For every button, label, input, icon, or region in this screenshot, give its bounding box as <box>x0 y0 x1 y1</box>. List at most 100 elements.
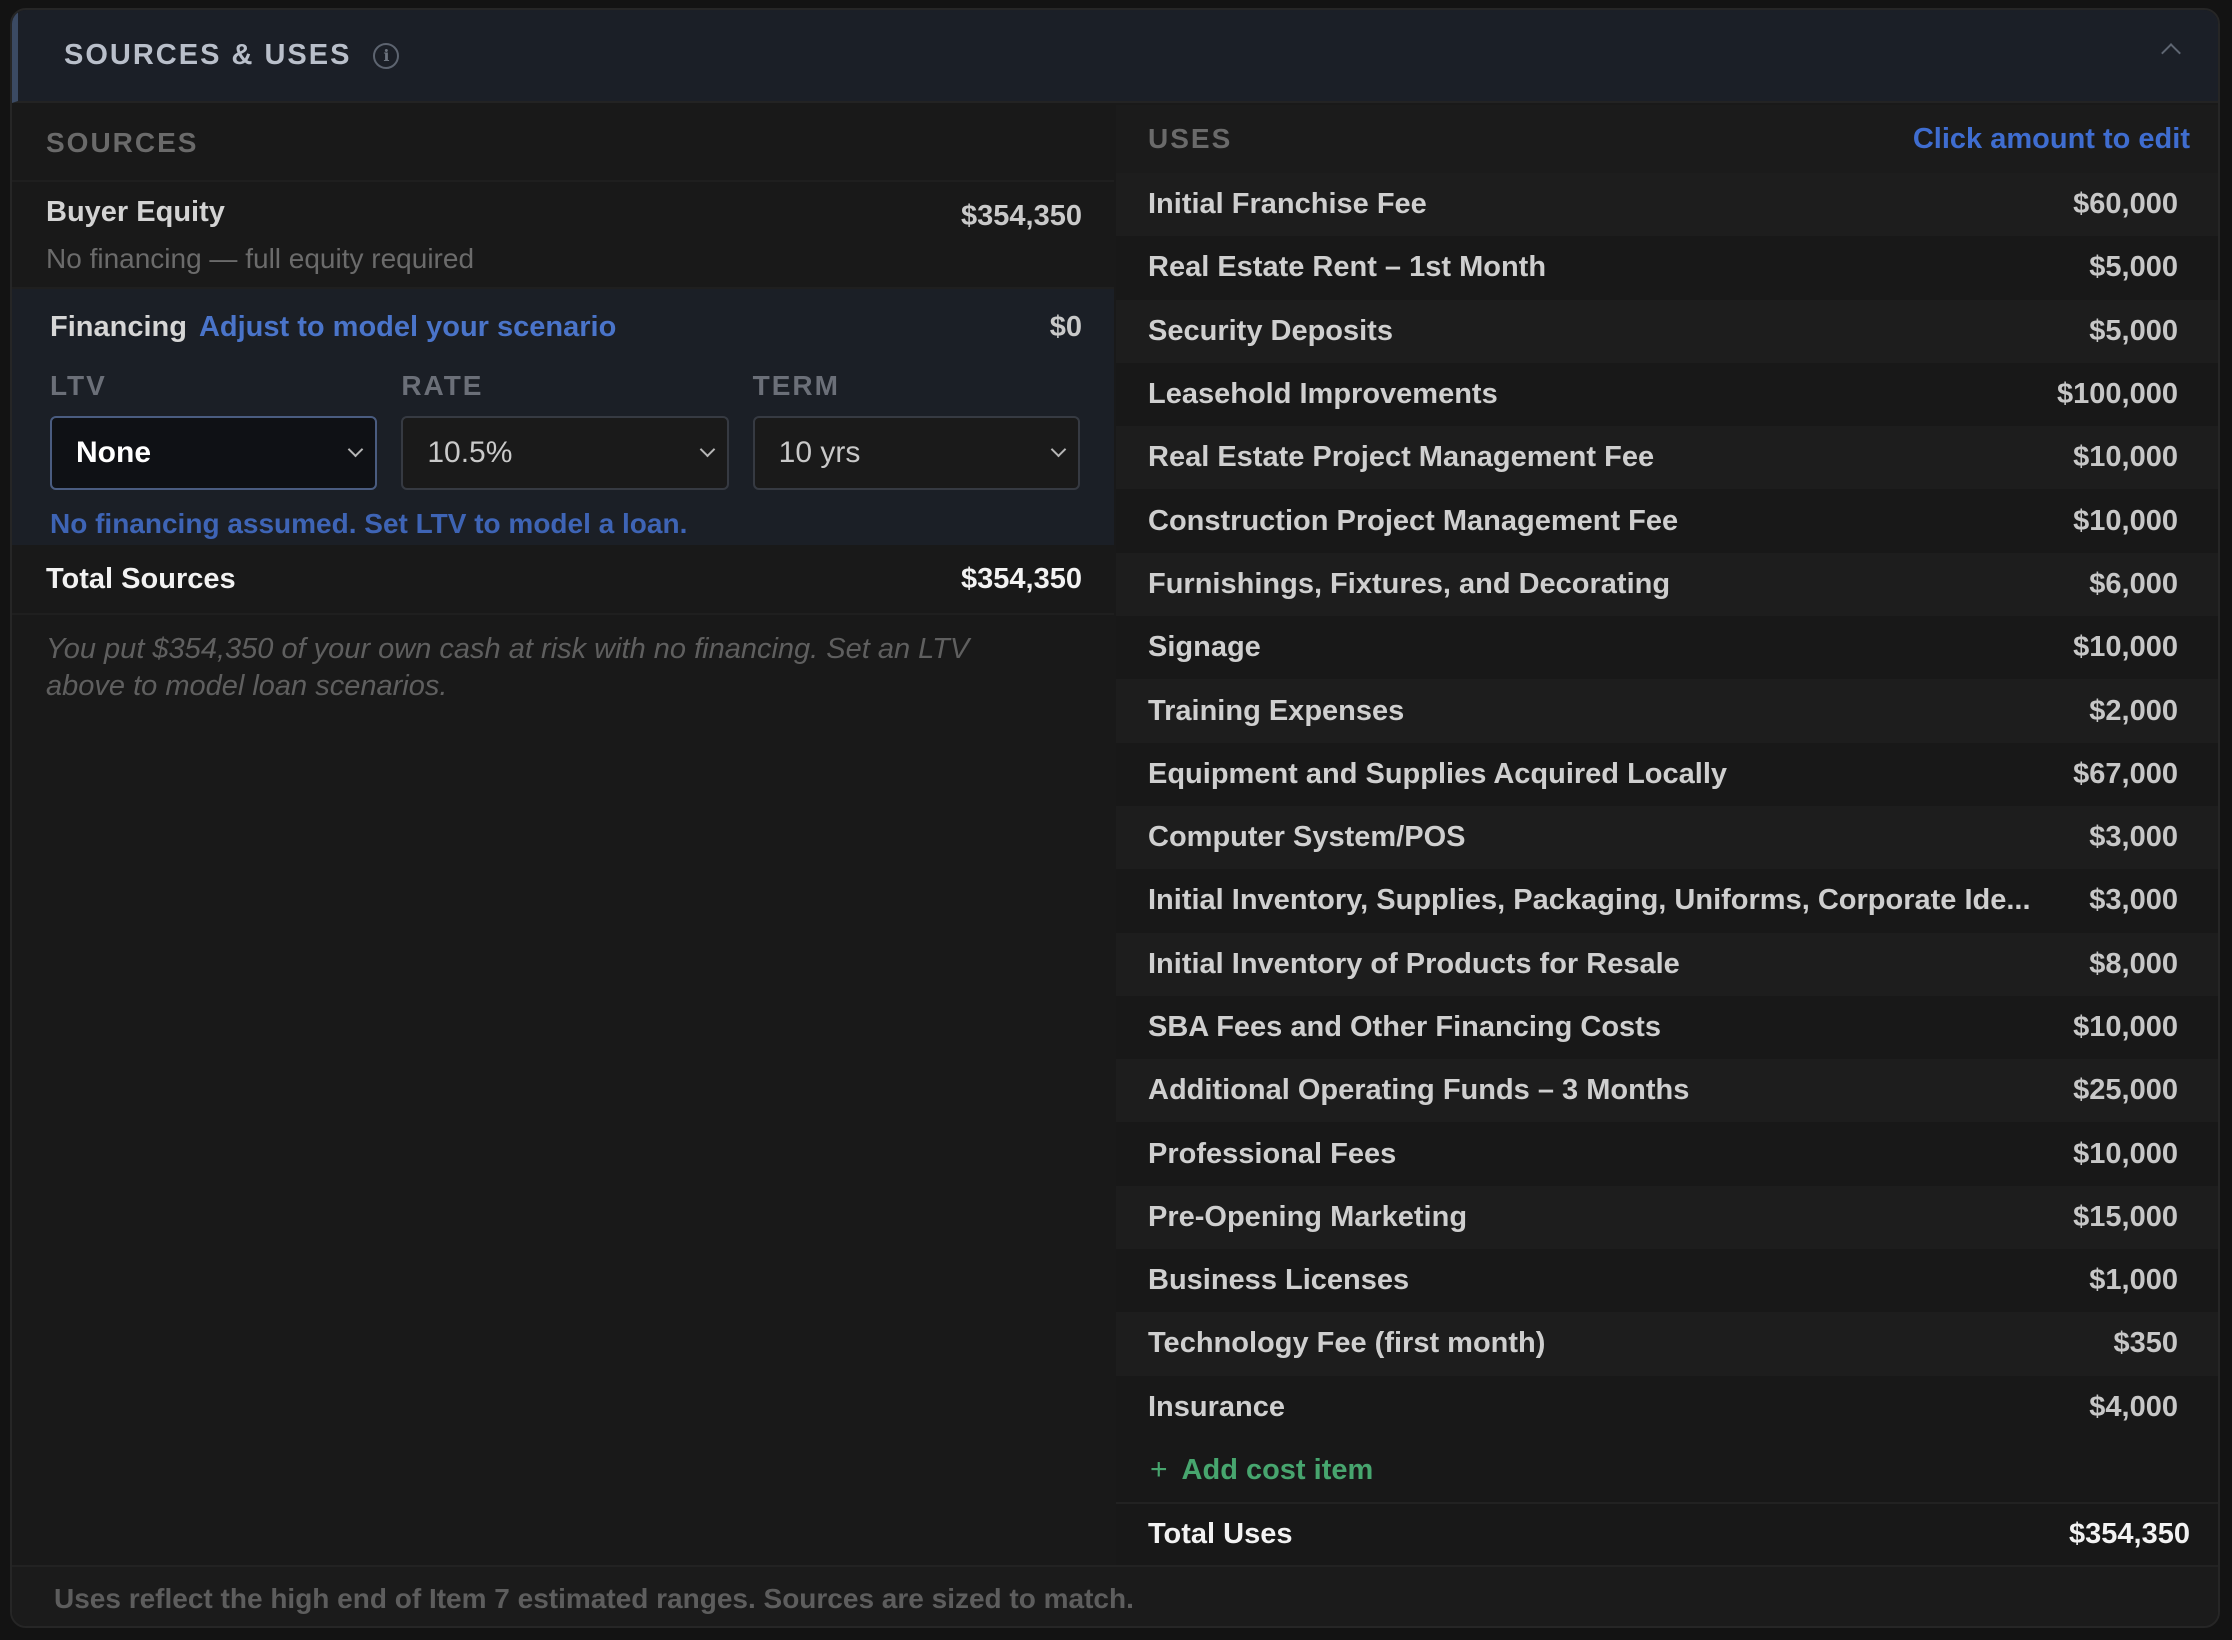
uses-row[interactable]: Initial Inventory, Supplies, Packaging, … <box>1116 869 2218 933</box>
rate-label: RATE <box>401 370 484 401</box>
uses-row[interactable]: SBA Fees and Other Financing Costs $10,00… <box>1116 995 2218 1060</box>
uses-row[interactable]: Technology Fee (first month) $350 <box>1116 1312 2218 1376</box>
uses-item-name: Initial Inventory, Supplies, Packaging, … <box>1148 884 2031 917</box>
uses-row[interactable]: Additional Operating Funds – 3 Months $25… <box>1116 1059 2218 1123</box>
uses-item-amount[interactable]: $5,000 <box>2089 251 2178 284</box>
uses-item-name: Initial Franchise Fee <box>1148 188 1427 221</box>
uses-item-name: Technology Fee (first month) <box>1148 1327 1546 1360</box>
uses-item-amount[interactable]: $10,000 <box>2073 631 2178 664</box>
uses-row[interactable]: Professional Fees $10,000 <box>1116 1122 2218 1186</box>
uses-item-amount[interactable]: $8,000 <box>2089 948 2178 981</box>
buyer-equity-subtext: No financing — full equity required <box>46 243 475 274</box>
uses-item-amount[interactable]: $350 <box>2113 1327 2178 1360</box>
uses-header: USES Click amount to edit <box>1116 105 2218 173</box>
uses-row[interactable]: Furnishings, Fixtures, and Decorating $6,… <box>1116 552 2218 617</box>
term-label: TERM <box>752 370 840 401</box>
uses-column: USES Click amount to edit Initial Franch… <box>1116 105 2218 1566</box>
sources-uses-panel: SOURCES & USES i SOURCES Buyer Equity No… <box>10 8 2220 1628</box>
chevron-down-icon <box>1050 441 1067 458</box>
financing-label: Financing <box>50 311 187 343</box>
total-sources-row: Total Sources $354,350 <box>12 545 1114 615</box>
uses-item-amount[interactable]: $67,000 <box>2073 758 2178 791</box>
uses-item-name: Computer System/POS <box>1148 821 1466 854</box>
uses-item-name: Leasehold Improvements <box>1148 378 1498 411</box>
financing-section: Financing Adjust to model your scenario … <box>12 289 1114 545</box>
uses-item-name: Signage <box>1148 631 1261 664</box>
uses-item-name: Pre-Opening Marketing <box>1148 1200 1468 1233</box>
uses-item-amount[interactable]: $2,000 <box>2089 695 2178 728</box>
uses-item-name: Equipment and Supplies Acquired Locally <box>1148 757 1728 790</box>
rate-select-value: 10.5% <box>427 436 513 469</box>
uses-item-amount[interactable]: $100,000 <box>2057 378 2178 411</box>
uses-item-name: Real Estate Project Management Fee <box>1148 441 1655 474</box>
uses-item-amount[interactable]: $10,000 <box>2073 441 2178 474</box>
term-select-value: 10 yrs <box>778 436 861 469</box>
total-sources-value: $354,350 <box>961 562 1082 595</box>
uses-item-amount[interactable]: $1,000 <box>2089 1264 2178 1297</box>
uses-item-name: Additional Operating Funds – 3 Months <box>1148 1074 1690 1107</box>
uses-item-name: Professional Fees <box>1148 1137 1397 1170</box>
chevron-down-icon <box>348 441 364 458</box>
uses-item-amount[interactable]: $3,000 <box>2089 884 2178 917</box>
uses-item-name: Business Licenses <box>1148 1264 1410 1297</box>
ltv-field: LTV None <box>50 370 378 490</box>
total-uses-label: Total Uses <box>1148 1518 1293 1551</box>
uses-item-name: Insurance <box>1148 1390 1285 1423</box>
uses-item-name: Furnishings, Fixtures, and Decorating <box>1148 567 1671 600</box>
uses-row[interactable]: Security Deposits $5,000 <box>1116 299 2218 363</box>
term-field: TERM 10 yrs <box>752 370 1080 490</box>
uses-row[interactable]: Insurance $4,000 <box>1116 1375 2218 1439</box>
sources-column: SOURCES Buyer Equity No financing — full… <box>12 105 1114 1565</box>
ltv-select[interactable]: None <box>50 416 378 490</box>
uses-row[interactable]: Initial Inventory of Products for Resale… <box>1116 932 2218 996</box>
uses-row[interactable]: Computer System/POS $3,000 <box>1116 805 2218 870</box>
uses-item-amount[interactable]: $15,000 <box>2073 1201 2178 1234</box>
uses-row[interactable]: Equipment and Supplies Acquired Locally $… <box>1116 742 2218 806</box>
buyer-equity-row: Buyer Equity No financing — full equity … <box>12 182 1114 289</box>
sources-note: You put $354,350 of your own cash at ris… <box>46 633 970 702</box>
uses-item-amount[interactable]: $3,000 <box>2089 821 2178 854</box>
sources-heading: SOURCES <box>12 105 1114 182</box>
uses-row[interactable]: Initial Franchise Fee $60,000 <box>1116 173 2218 237</box>
uses-item-name: SBA Fees and Other Financing Costs <box>1148 1011 1661 1043</box>
term-select[interactable]: 10 yrs <box>752 416 1080 490</box>
plus-icon: + <box>1150 1453 1168 1487</box>
uses-item-amount[interactable]: $10,000 <box>2073 1011 2178 1044</box>
uses-item-name: Initial Inventory of Products for Resale <box>1148 947 1680 980</box>
uses-list: Initial Franchise Fee $60,000 Real Estate … <box>1116 173 2218 1439</box>
uses-row[interactable]: Business Licenses $1,000 <box>1116 1249 2218 1313</box>
uses-row[interactable]: Leasehold Improvements $100,000 <box>1116 362 2218 427</box>
buyer-equity-label: Buyer Equity <box>46 196 225 228</box>
uses-item-amount[interactable]: $10,000 <box>2073 505 2178 538</box>
adjust-scenario-link[interactable]: Adjust to model your scenario <box>199 311 616 344</box>
uses-row[interactable]: Construction Project Management Fee $10,0… <box>1116 489 2218 553</box>
add-cost-item-button[interactable]: + Add cost item <box>1116 1438 2218 1502</box>
uses-item-amount[interactable]: $5,000 <box>2089 315 2178 348</box>
uses-row[interactable]: Signage $10,000 <box>1116 616 2218 680</box>
rate-select[interactable]: 10.5% <box>401 416 729 490</box>
uses-item-name: Security Deposits <box>1148 314 1393 347</box>
uses-item-amount[interactable]: $4,000 <box>2089 1391 2178 1424</box>
financing-note: No financing assumed. Set LTV to model a… <box>50 508 688 539</box>
add-cost-item-label: Add cost item <box>1181 1453 1374 1486</box>
footer-note: Uses reflect the high end of Item 7 esti… <box>12 1565 2218 1626</box>
click-to-edit-hint[interactable]: Click amount to edit <box>1913 123 2190 156</box>
uses-item-amount[interactable]: $25,000 <box>2073 1074 2178 1107</box>
uses-item-amount[interactable]: $60,000 <box>2073 188 2178 221</box>
chevron-up-icon[interactable] <box>2161 43 2181 63</box>
uses-item-amount[interactable]: $6,000 <box>2089 568 2178 601</box>
rate-field: RATE 10.5% <box>401 370 729 490</box>
uses-row[interactable]: Real Estate Project Management Fee $10,00… <box>1116 426 2218 490</box>
uses-row[interactable]: Training Expenses $2,000 <box>1116 679 2218 743</box>
panel-header[interactable]: SOURCES & USES i <box>12 10 2218 103</box>
panel-title: SOURCES & USES <box>64 39 352 71</box>
chevron-down-icon <box>699 441 715 458</box>
uses-row[interactable]: Real Estate Rent – 1st Month $5,000 <box>1116 236 2218 300</box>
total-uses-value: $354,350 <box>2069 1518 2190 1551</box>
uses-item-name: Real Estate Rent – 1st Month <box>1148 251 1547 284</box>
uses-item-amount[interactable]: $10,000 <box>2073 1138 2178 1171</box>
uses-heading: USES <box>1148 123 1233 154</box>
uses-row[interactable]: Pre-Opening Marketing $15,000 <box>1116 1185 2218 1250</box>
uses-item-name: Construction Project Management Fee <box>1148 504 1679 537</box>
info-icon[interactable]: i <box>373 42 400 69</box>
